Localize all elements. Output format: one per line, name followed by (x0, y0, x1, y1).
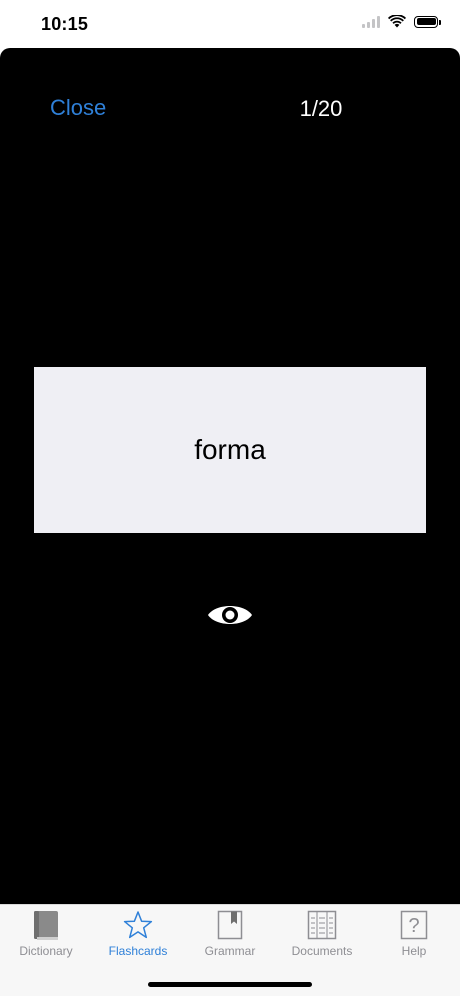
flashcard-modal: Close 1/20 forma (0, 48, 460, 904)
wifi-icon (388, 15, 406, 28)
tab-documents[interactable]: Documents (276, 905, 368, 965)
eye-icon[interactable] (207, 600, 253, 630)
document-icon (307, 910, 337, 940)
status-icons (362, 15, 441, 28)
battery-icon (414, 15, 441, 28)
tab-bar: Dictionary Flashcards Grammar Documents … (0, 904, 460, 996)
status-time: 10:15 (41, 14, 89, 34)
close-button[interactable]: Close (50, 95, 106, 121)
book-icon (34, 911, 58, 940)
tab-dictionary[interactable]: Dictionary (0, 905, 92, 965)
tab-label: Dictionary (19, 944, 73, 958)
home-indicator[interactable] (148, 982, 312, 987)
tab-help[interactable]: ? Help (368, 905, 460, 965)
card-counter: 1/20 (299, 96, 343, 121)
cellular-signal-icon (362, 15, 380, 28)
tab-label: Grammar (204, 944, 256, 958)
flashcard-word: forma (194, 434, 266, 465)
tab-grammar[interactable]: Grammar (184, 905, 276, 965)
svg-text:?: ? (408, 915, 419, 937)
question-icon: ? (400, 910, 428, 940)
tab-label: Help (401, 944, 427, 958)
bookmark-icon (217, 910, 243, 940)
tab-flashcards[interactable]: Flashcards (92, 905, 184, 965)
flashcard[interactable]: forma (34, 367, 426, 533)
star-icon (123, 911, 153, 939)
status-bar: 10:15 (0, 0, 460, 48)
tab-label: Flashcards (108, 944, 168, 958)
tab-label: Documents (291, 944, 353, 958)
